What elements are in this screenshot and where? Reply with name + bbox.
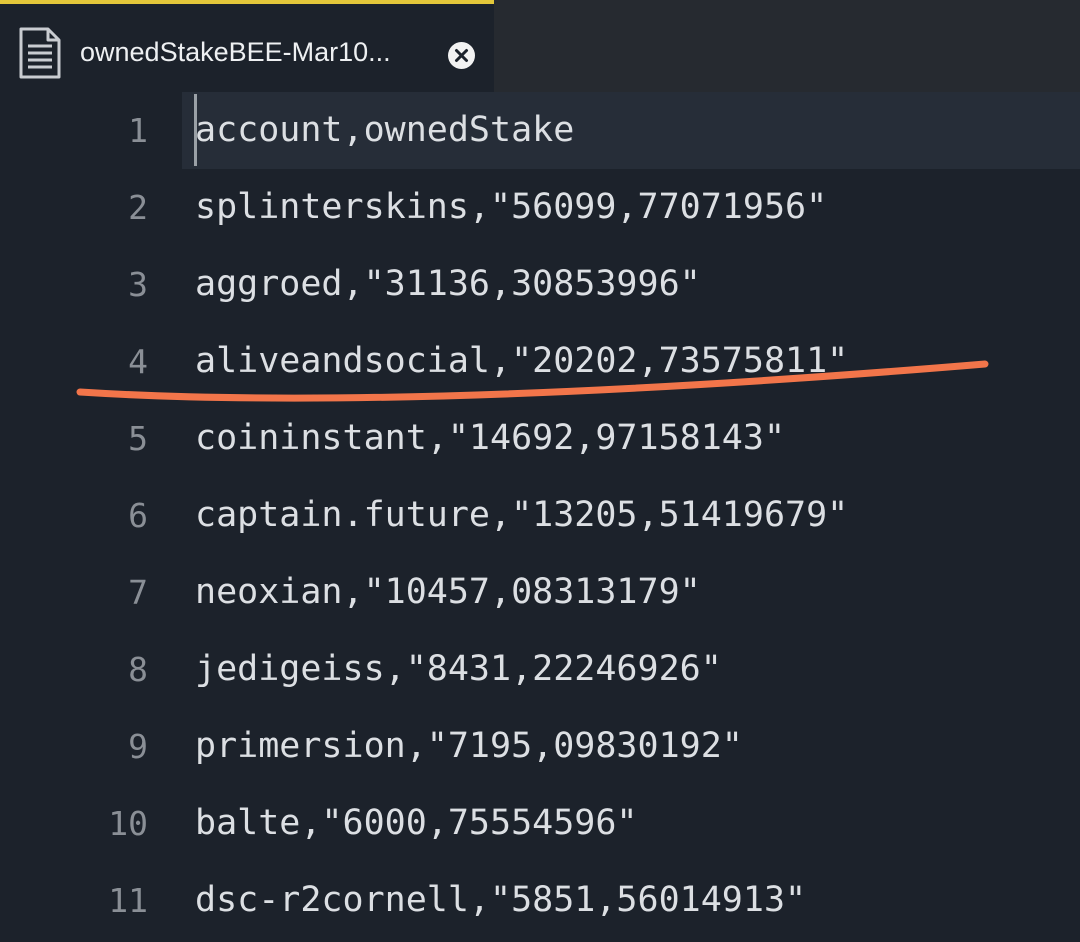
line-number: 10 [108,804,148,843]
line-text: neoxian,"10457,08313179" [195,572,701,612]
line-number: 9 [128,727,148,766]
line-number: 4 [128,342,148,381]
editor-window: ownedStakeBEE-Mar10... 1 account,ownedSt… [0,0,1080,942]
code-line[interactable]: 7 neoxian,"10457,08313179" [0,554,1080,631]
code-editor[interactable]: 1 account,ownedStake 2 splinterskins,"56… [0,92,1080,942]
line-text: captain.future,"13205,51419679" [195,495,849,535]
line-text: balte,"6000,75554596" [195,803,638,843]
line-number: 3 [128,265,148,304]
line-text: account,ownedStake [195,110,575,150]
document-icon [18,26,62,80]
line-text: dsc-r2cornell,"5851,56014913" [195,880,807,920]
code-line[interactable]: 5 coininstant,"14692,97158143" [0,400,1080,477]
line-text: primersion,"7195,09830192" [195,726,743,766]
line-text: coininstant,"14692,97158143" [195,418,786,458]
tab-title: ownedStakeBEE-Mar10... [80,37,391,67]
line-number: 2 [128,188,148,227]
close-icon[interactable] [448,42,475,69]
code-line[interactable]: 1 account,ownedStake [128,92,1080,169]
line-number: 6 [128,496,148,535]
code-line[interactable]: 11 dsc-r2cornell,"5851,56014913" [0,862,1080,939]
code-line[interactable]: 6 captain.future,"13205,51419679" [0,477,1080,554]
code-line[interactable]: 2 splinterskins,"56099,77071956" [0,169,1080,246]
code-line[interactable]: 8 jedigeiss,"8431,22246926" [0,631,1080,708]
line-number: 5 [128,419,148,458]
line-number: 11 [108,881,148,920]
code-line[interactable]: 4 aliveandsocial,"20202,73575811" [0,323,1080,400]
line-text: aggroed,"31136,30853996" [195,264,701,304]
code-line[interactable]: 10 balte,"6000,75554596" [0,785,1080,862]
line-text: aliveandsocial,"20202,73575811" [195,341,849,381]
line-number: 8 [128,650,148,689]
line-number: 7 [128,573,148,612]
line-text: splinterskins,"56099,77071956" [195,187,828,227]
line-number: 1 [128,111,148,150]
line-text: jedigeiss,"8431,22246926" [195,649,722,689]
file-tab[interactable]: ownedStakeBEE-Mar10... [0,0,494,92]
code-line[interactable]: 9 primersion,"7195,09830192" [0,708,1080,785]
tab-bar: ownedStakeBEE-Mar10... [0,0,1080,92]
code-line[interactable]: 3 aggroed,"31136,30853996" [0,246,1080,323]
